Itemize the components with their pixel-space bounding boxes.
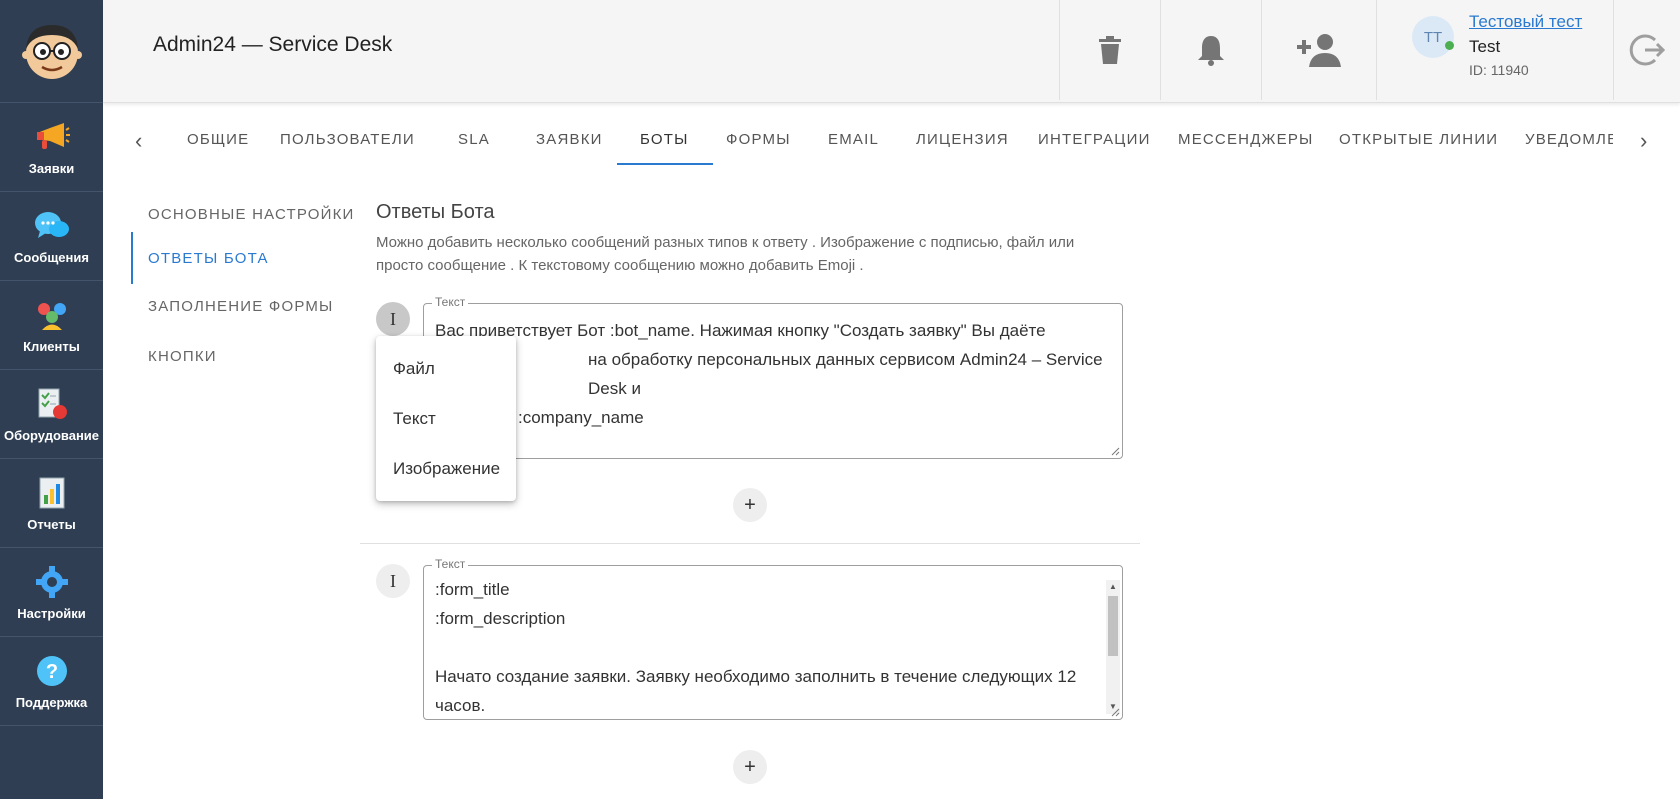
megaphone-icon [34,119,70,155]
field-label: Текст [432,295,469,309]
scroll-up-icon[interactable]: ▲ [1108,582,1118,592]
add-message-button[interactable]: + [733,488,767,522]
subnav-form-filling[interactable]: ЗАПОЛНЕНИЕ ФОРМЫ [131,282,351,330]
tab-integrations[interactable]: ИНТЕГРАЦИИ [1038,131,1151,148]
sidebar-item-support[interactable]: ? Поддержка [0,637,103,726]
field-label: Текст [432,557,469,571]
sidebar-item-reports[interactable]: Отчеты [0,459,103,548]
mascot-face-icon [21,25,82,79]
subnav-bot-replies[interactable]: ОТВЕТЫ БОТА [131,232,351,284]
message-text-field[interactable]: Текст :form_title:form_description Начато… [423,557,1123,720]
message-type-button[interactable]: I [376,564,410,598]
sidebar-item-label: Оборудование [3,427,100,443]
divider [360,543,1140,544]
add-user-icon [1297,34,1341,67]
textarea-scrollbar[interactable]: ▲ ▼ [1106,580,1120,714]
scroll-thumb[interactable] [1108,596,1118,656]
add-user-button[interactable] [1261,0,1376,100]
sidebar-item-label: Настройки [17,605,86,621]
message-text[interactable]: :form_title:form_description Начато созда… [424,566,1122,720]
sidebar-item-label: Поддержка [15,694,88,710]
chat-bubbles-icon [34,208,70,244]
tab-bots[interactable]: БОТЫ [640,131,689,148]
logout-icon [1629,34,1665,66]
logout-button[interactable] [1613,0,1680,100]
tab-email[interactable]: EMAIL [828,131,879,148]
online-status-dot [1445,41,1454,50]
message-type-menu: Файл Текст Изображение [376,336,516,501]
trash-icon [1099,36,1121,64]
user-profile-link[interactable]: Тестовый тест [1469,12,1582,32]
tab-open-lines[interactable]: ОТКРЫТЫЕ ЛИНИИ [1339,131,1498,148]
equipment-checklist-icon [34,386,70,422]
tab-notifications[interactable]: УВЕДОМЛЕ [1525,131,1613,148]
help-icon: ? [34,653,70,689]
menu-item-text[interactable]: Текст [376,394,516,444]
sidebar-item-label: Заявки [28,160,75,176]
sidebar-item-equipment[interactable]: Оборудование [0,370,103,459]
menu-item-file[interactable]: Файл [376,344,516,394]
svg-text:?: ? [45,661,57,683]
sidebar-item-messages[interactable]: Сообщения [0,192,103,281]
message-type-button[interactable]: I [376,302,410,336]
tab-overflow: УВЕДОМЛЕ [1503,114,1613,166]
sidebar: Заявки Сообщения Клиенты Оборудование От… [0,0,103,799]
sidebar-item-label: Сообщения [14,249,89,265]
tab-sla[interactable]: SLA [458,131,490,148]
subnav-buttons[interactable]: КНОПКИ [131,332,351,380]
sidebar-item-label: Отчеты [27,516,76,532]
sidebar-item-label: Клиенты [23,338,80,354]
people-icon [34,297,70,333]
gear-icon [34,564,70,600]
resize-grip-icon[interactable] [1110,446,1120,456]
tabs-scroll-right-icon[interactable]: › [1640,128,1647,154]
tab-forms[interactable]: ФОРМЫ [726,131,791,148]
sidebar-item-settings[interactable]: Настройки [0,548,103,637]
section-description: Можно добавить несколько сообщений разны… [376,234,1075,274]
tab-users[interactable]: ПОЛЬЗОВАТЕЛИ [280,131,415,148]
menu-item-image[interactable]: Изображение [376,444,516,494]
tab-messengers[interactable]: МЕССЕНДЖЕРЫ [1178,131,1314,148]
top-header: Admin24 — Service Desk ТТ Тестовый тест … [103,0,1680,103]
section-title: Ответы Бота [376,201,495,223]
notifications-button[interactable] [1160,0,1261,100]
message-text-field[interactable]: Текст Вас приветствует Бот :bot_name. На… [423,295,1123,459]
message-text[interactable]: Вас приветствует Бот :bot_name. Нажимая … [424,304,1122,432]
settings-tabs: ‹ ОБЩИЕ ПОЛЬЗОВАТЕЛИ SLA ЗАЯВКИ БОТЫ ФОР… [103,114,1680,166]
tab-general[interactable]: ОБЩИЕ [187,131,249,148]
bell-icon [1198,36,1224,66]
resize-grip-icon[interactable] [1110,707,1120,717]
sidebar-item-tickets[interactable]: Заявки [0,103,103,192]
active-tab-indicator [617,163,713,165]
user-id: ID: 11940 [1469,62,1529,78]
user-name: Test [1469,37,1501,56]
trash-button[interactable] [1059,0,1160,100]
tabs-scroll-left-icon[interactable]: ‹ [135,128,142,154]
user-avatar[interactable]: ТТ [1412,16,1454,58]
app-title: Admin24 — Service Desk [153,33,393,56]
report-chart-icon [34,475,70,511]
subnav-basic-settings[interactable]: ОСНОВНЫЕ НАСТРОЙКИ [131,190,353,238]
tab-license[interactable]: ЛИЦЕНЗИЯ [916,131,1009,148]
logo-avatar[interactable] [0,0,103,103]
sidebar-item-clients[interactable]: Клиенты [0,281,103,370]
user-profile: ТТ Тестовый тест Test ID: 11940 [1376,0,1613,100]
tab-tickets[interactable]: ЗАЯВКИ [536,131,603,148]
add-message-button[interactable]: + [733,750,767,784]
